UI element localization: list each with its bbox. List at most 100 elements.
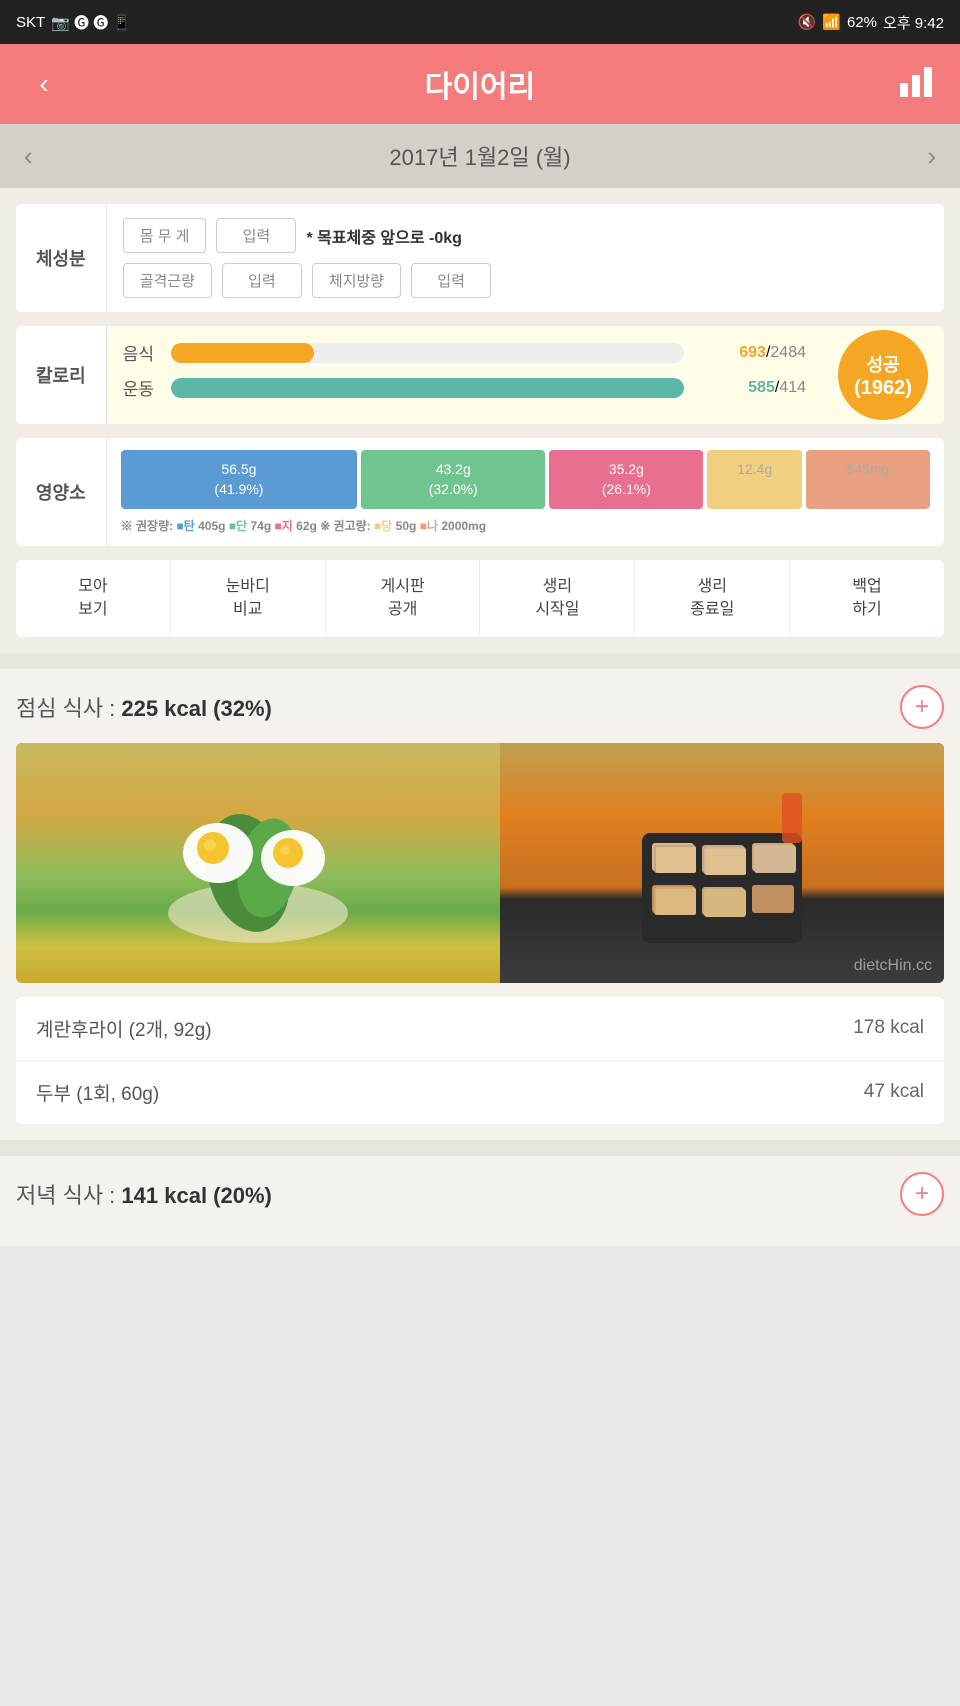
protein-value: 43.2g xyxy=(367,460,539,480)
main-content: 체성분 몸 무 게 입력 * 목표체중 앞으로 -0kg 골격근량 입력 체지방… xyxy=(0,188,960,653)
dinner-title: 저녁 식사 : 141 kcal (20%) xyxy=(16,1178,272,1210)
status-icons: 📷 🅖 🅖 📱 xyxy=(51,12,131,33)
note-high-prefix: ※ 권고량: xyxy=(320,519,371,533)
fat-bar: 35.2g (26.1%) xyxy=(549,450,703,509)
btn-cycle-start[interactable]: 생리시작일 xyxy=(480,560,635,637)
lunch-food-items: 계란후라이 (2개, 92g) 178 kcal 두부 (1회, 60g) 47… xyxy=(16,997,944,1124)
lunch-section: 점심 식사 : 225 kcal (32%) + xyxy=(0,669,960,1140)
body-comp-section: 체성분 몸 무 게 입력 * 목표체중 앞으로 -0kg 골격근량 입력 체지방… xyxy=(16,204,944,312)
nutrition-note: ※ 권장량: ■탄 405g ■단 74g ■지 62g ※ 권고량: ■당 5… xyxy=(121,517,930,534)
food-calorie-row: 음식 693/2484 xyxy=(123,340,806,365)
note-sodium-val: 2000mg xyxy=(441,519,486,533)
status-bar: SKT 📷 🅖 🅖 📱 🔇 📶 62% 오후 9:42 xyxy=(0,0,960,44)
sodium-value: 545mg xyxy=(812,460,924,480)
carb-bar: 56.5g (41.9%) xyxy=(121,450,357,509)
food-label: 음식 xyxy=(123,340,159,365)
weight-input-btn[interactable]: 입력 xyxy=(216,218,296,253)
note-fat-val: 62g xyxy=(296,519,317,533)
date-navigation: ‹ 2017년 1월2일 (월) › xyxy=(0,124,960,188)
protein-pct: (32.0%) xyxy=(367,480,539,500)
btn-collection[interactable]: 모아보기 xyxy=(16,560,171,637)
add-dinner-button[interactable]: + xyxy=(900,1172,944,1216)
muscle-input-btn[interactable]: 입력 xyxy=(222,263,302,298)
section-divider-1 xyxy=(0,653,960,669)
note-prefix: ※ 권장량: xyxy=(121,519,173,533)
mute-icon: 🔇 xyxy=(798,13,817,31)
calories-label: 칼로리 xyxy=(16,326,107,424)
dinner-section: 저녁 식사 : 141 kcal (20%) + xyxy=(0,1156,960,1246)
prev-date-button[interactable]: ‹ xyxy=(24,141,33,172)
nutrition-label: 영양소 xyxy=(16,438,107,546)
btn-backup[interactable]: 백업하기 xyxy=(790,560,944,637)
lunch-food-image[interactable]: dietcHin.cc xyxy=(16,743,944,983)
food-progress-bar xyxy=(171,343,314,363)
success-badge: 성공 (1962) xyxy=(838,330,928,420)
status-right: 🔇 📶 62% 오후 9:42 xyxy=(798,12,944,33)
exercise-total: 414 xyxy=(779,379,806,396)
food-item-egg[interactable]: 계란후라이 (2개, 92g) 178 kcal xyxy=(16,997,944,1061)
body-comp-content: 몸 무 게 입력 * 목표체중 앞으로 -0kg 골격근량 입력 체지방량 입력 xyxy=(107,204,944,312)
protein-bar: 43.2g (32.0%) xyxy=(361,450,545,509)
btn-body-compare[interactable]: 눈바디비교 xyxy=(171,560,326,637)
nutrition-card: 영양소 56.5g (41.9%) 43.2g (32.0%) 35.2g (2… xyxy=(16,438,944,546)
body-comp-card: 체성분 몸 무 게 입력 * 목표체중 앞으로 -0kg 골격근량 입력 체지방… xyxy=(16,204,944,312)
dinner-header: 저녁 식사 : 141 kcal (20%) + xyxy=(16,1172,944,1216)
lunch-header: 점심 식사 : 225 kcal (32%) + xyxy=(16,685,944,729)
back-button[interactable]: ‹ xyxy=(24,68,64,100)
exercise-label: 운동 xyxy=(123,375,159,400)
weight-label-btn: 몸 무 게 xyxy=(123,218,207,253)
lunch-title: 점심 식사 : 225 kcal (32%) xyxy=(16,691,272,723)
carb-pct: (41.9%) xyxy=(127,480,351,500)
note-fat-label: ■지 xyxy=(275,519,293,533)
body-comp-label: 체성분 xyxy=(16,204,107,312)
goal-text: * 목표체중 앞으로 -0kg xyxy=(306,224,462,248)
tofu-cal: 47 kcal xyxy=(864,1081,924,1103)
nutrition-bars: 56.5g (41.9%) 43.2g (32.0%) 35.2g (26.1%… xyxy=(121,450,930,509)
fat-pct: (26.1%) xyxy=(555,480,697,500)
food-current: 693 xyxy=(739,344,766,361)
food-image-inner xyxy=(16,743,944,983)
note-sodium-label: ■나 xyxy=(420,519,438,533)
chart-icon[interactable] xyxy=(896,63,936,106)
food-progress-container xyxy=(171,343,684,363)
exercise-cal-value: 585/414 xyxy=(696,379,806,397)
egg-name: 계란후라이 (2개, 92g) xyxy=(36,1015,212,1042)
carrier-label: SKT xyxy=(16,14,45,31)
note-carb-val: 405g xyxy=(198,519,225,533)
page-title: 다이어리 xyxy=(64,62,896,106)
add-lunch-button[interactable]: + xyxy=(900,685,944,729)
watermark: dietcHin.cc xyxy=(854,957,932,975)
sodium-bar: 545mg xyxy=(806,450,930,509)
exercise-progress-bar xyxy=(171,378,684,398)
btn-cycle-end[interactable]: 생리종료일 xyxy=(635,560,790,637)
calories-content: 음식 693/2484 운동 585/414 xyxy=(107,326,822,424)
egg-cal: 178 kcal xyxy=(853,1017,924,1039)
header: ‹ 다이어리 xyxy=(0,44,960,124)
section-divider-2 xyxy=(0,1140,960,1156)
time-label: 오후 9:42 xyxy=(883,12,944,33)
food-item-tofu[interactable]: 두부 (1회, 60g) 47 kcal xyxy=(16,1061,944,1124)
muscle-label-btn: 골격근량 xyxy=(123,263,212,298)
dinner-calories: 141 kcal (20%) xyxy=(121,1183,271,1208)
nutrition-content: 56.5g (41.9%) 43.2g (32.0%) 35.2g (26.1%… xyxy=(107,438,944,546)
calories-card: 칼로리 음식 693/2484 운동 xyxy=(16,326,944,424)
sugar-bar: 12.4g xyxy=(707,450,801,509)
status-left: SKT 📷 🅖 🅖 📱 xyxy=(16,12,131,33)
current-date: 2017년 1월2일 (월) xyxy=(389,140,570,172)
tofu-name: 두부 (1회, 60g) xyxy=(36,1079,159,1106)
btn-board-share[interactable]: 게시판공개 xyxy=(326,560,481,637)
food-cal-value: 693/2484 xyxy=(696,344,806,362)
note-sugar-label: ■당 xyxy=(374,519,392,533)
wifi-icon: 📶 xyxy=(822,13,841,31)
note-protein-val: 74g xyxy=(250,519,271,533)
fat-input-btn[interactable]: 입력 xyxy=(411,263,491,298)
badge-value: (1962) xyxy=(854,377,912,400)
exercise-progress-container xyxy=(171,378,684,398)
tofu-image xyxy=(500,743,944,983)
nutrition-section: 영양소 56.5g (41.9%) 43.2g (32.0%) 35.2g (2… xyxy=(16,438,944,546)
battery-text: 62% xyxy=(847,14,877,31)
note-sugar-val: 50g xyxy=(396,519,417,533)
next-date-button[interactable]: › xyxy=(927,141,936,172)
action-buttons-row: 모아보기 눈바디비교 게시판공개 생리시작일 생리종료일 백업하기 xyxy=(16,560,944,637)
fat-label-btn: 체지방량 xyxy=(312,263,401,298)
